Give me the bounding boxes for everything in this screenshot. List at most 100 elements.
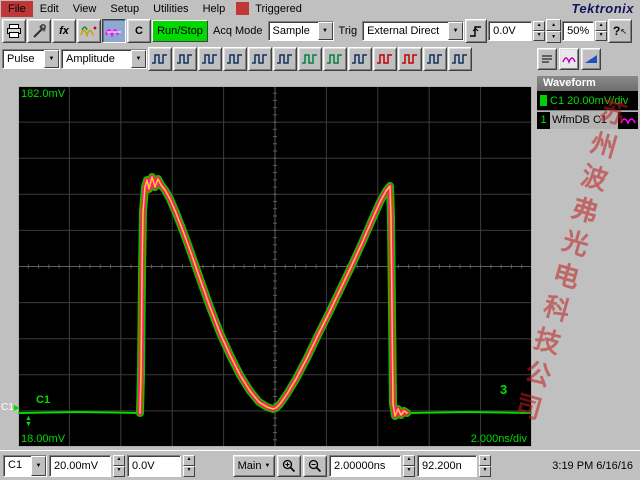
chevron-down-icon[interactable]: ▼	[448, 22, 464, 40]
channel-select[interactable]: C1 ▼	[3, 454, 47, 477]
channel-marker[interactable]: C1 ▶	[1, 402, 20, 413]
vertical-scale-field[interactable]: 20.00mV	[49, 454, 111, 477]
offset-marker-icon[interactable]: ▲ ▼	[25, 415, 32, 428]
measure-category-select[interactable]: Pulse ▼	[2, 49, 60, 69]
acq-mode-label: Acq Mode	[213, 25, 263, 37]
graticule[interactable]: 182.0mV 18.00mV 2.000ns/div C1 3 ▲ ▼	[18, 86, 532, 447]
run-stop-button[interactable]: Run/Stop	[152, 20, 208, 42]
timebase-spinner[interactable]: ▲ ▼	[403, 454, 415, 477]
setup-tools-button[interactable]	[27, 19, 51, 43]
zoom-in-button[interactable]	[277, 454, 301, 477]
measurement-icon-13[interactable]	[448, 47, 472, 71]
waveform-color-icon	[80, 26, 97, 38]
trigger-level-spinner[interactable]: ▲ ▼	[533, 21, 546, 41]
rising-edge-icon	[470, 26, 482, 37]
measurement-icon-1[interactable]	[148, 47, 172, 71]
trigger-source-select[interactable]: External Direct ▼	[362, 21, 465, 41]
menu-edit[interactable]: Edit	[33, 1, 66, 17]
measurement-icon-4[interactable]	[223, 47, 247, 71]
measure-type-select[interactable]: Amplitude ▼	[61, 49, 147, 69]
tektronix-logo: Tektronix	[571, 1, 634, 16]
readout-list-button[interactable]	[537, 48, 557, 70]
cursor-c-button[interactable]: C	[127, 19, 151, 43]
spin-down-icon[interactable]: ▼	[183, 465, 195, 477]
hammer-wrench-icon	[33, 24, 47, 38]
marker-button[interactable]	[581, 48, 601, 70]
measurement-icon-2[interactable]	[173, 47, 197, 71]
spin-up-icon[interactable]: ▲	[183, 454, 195, 466]
channel-marker-arrow-icon: ▶	[13, 403, 20, 412]
context-help-button[interactable]: ? ↖	[608, 19, 633, 43]
measurement-icon-11[interactable]	[398, 47, 422, 71]
trigger-slope-button[interactable]	[465, 19, 488, 43]
menu-bar: File Edit View Setup Utilities Help Trig…	[0, 0, 640, 17]
spin-down-icon[interactable]: ▼	[113, 465, 125, 477]
vertical-max-readout: 182.0mV	[21, 88, 66, 100]
delay-field[interactable]: 92.200n	[417, 454, 477, 477]
trigger-level-field[interactable]: 0.0V	[488, 21, 533, 41]
c-label: C	[135, 25, 143, 37]
menu-file[interactable]: File	[1, 0, 33, 17]
waveform-readout-button[interactable]	[559, 48, 579, 70]
math-fx-button[interactable]: fx	[52, 19, 76, 43]
spin-up-icon[interactable]: ▲	[533, 21, 546, 31]
menu-setup[interactable]: Setup	[103, 1, 146, 17]
wfmdb-icon	[105, 29, 121, 38]
spin-up-icon[interactable]: ▲	[113, 454, 125, 466]
display-zoom-field[interactable]: 50%	[562, 21, 595, 41]
vertical-min-readout: 18.00mV	[21, 433, 66, 445]
measurement-icon-12[interactable]	[423, 47, 447, 71]
chevron-down-icon[interactable]: ▼	[31, 455, 46, 476]
chevron-down-icon[interactable]: ▼	[131, 50, 146, 68]
channel-readout-row[interactable]: C1 20.00mV/div	[537, 91, 638, 110]
horizontal-main-button[interactable]: Main ▼	[233, 454, 275, 477]
measurement-icon-8[interactable]	[323, 47, 347, 71]
menu-view[interactable]: View	[66, 1, 104, 17]
measurement-icon-6[interactable]	[273, 47, 297, 71]
print-button[interactable]	[2, 19, 26, 43]
vertical-scale-spinner[interactable]: ▲ ▼	[113, 454, 125, 477]
menu-utilities[interactable]: Utilities	[146, 1, 195, 17]
timebase-readout: 2.000ns/div	[470, 433, 527, 445]
measurement-icon-9[interactable]	[348, 47, 372, 71]
measure-category-value: Pulse	[7, 53, 35, 65]
main-toolbar: fx C Run/Stop Acq Mode Sample ▼ Trig Ext…	[0, 17, 640, 45]
menu-help[interactable]: Help	[196, 1, 233, 17]
measurement-icon-5[interactable]	[248, 47, 272, 71]
aux-down-button[interactable]: ▼	[546, 31, 562, 43]
display-zoom-spinner[interactable]: ▲ ▼	[595, 21, 608, 41]
measurement-icon-row	[148, 47, 472, 71]
chevron-down-icon[interactable]: ▼	[317, 22, 333, 40]
chevron-down-icon[interactable]: ▼	[44, 50, 59, 68]
channel-marker-label: C1	[1, 402, 14, 413]
waveform-display-button[interactable]	[77, 19, 101, 43]
vertical-offset-spinner[interactable]: ▲ ▼	[183, 454, 195, 477]
wfmdb-readout-row[interactable]: 1 WfmDB C1	[537, 110, 638, 129]
spin-down-icon[interactable]: ▼	[479, 465, 491, 477]
spin-down-icon[interactable]: ▼	[595, 31, 608, 41]
spin-down-icon[interactable]: ▼	[533, 31, 546, 41]
measurement-icon-7[interactable]	[298, 47, 322, 71]
delay-spinner[interactable]: ▲ ▼	[479, 454, 491, 477]
lines-icon	[542, 55, 552, 63]
measurement-icon-3[interactable]	[198, 47, 222, 71]
printer-icon	[7, 24, 21, 38]
acq-mode-select[interactable]: Sample ▼	[267, 21, 334, 41]
waveform-panel-title: Waveform	[537, 76, 638, 91]
measurement-icon-10[interactable]	[373, 47, 397, 71]
spin-up-icon[interactable]: ▲	[479, 454, 491, 466]
zoom-out-button[interactable]	[303, 454, 327, 477]
channel-trace-label: C1	[36, 394, 51, 406]
waveform-database-button[interactable]	[102, 19, 126, 43]
timebase-field[interactable]: 2.00000ns	[329, 454, 401, 477]
measure-type-value: Amplitude	[66, 53, 115, 65]
spin-up-icon[interactable]: ▲	[595, 21, 608, 31]
spin-up-icon[interactable]: ▲	[403, 454, 415, 466]
vertical-offset-field[interactable]: 0.0V	[127, 454, 181, 477]
magnifier-minus-icon	[308, 459, 322, 472]
spin-down-icon[interactable]: ▼	[403, 465, 415, 477]
aux-up-button[interactable]: ▲	[546, 19, 562, 31]
fx-label: fx	[59, 25, 69, 37]
trig-label: Trig	[338, 25, 358, 37]
display-mode-cluster	[537, 48, 601, 70]
